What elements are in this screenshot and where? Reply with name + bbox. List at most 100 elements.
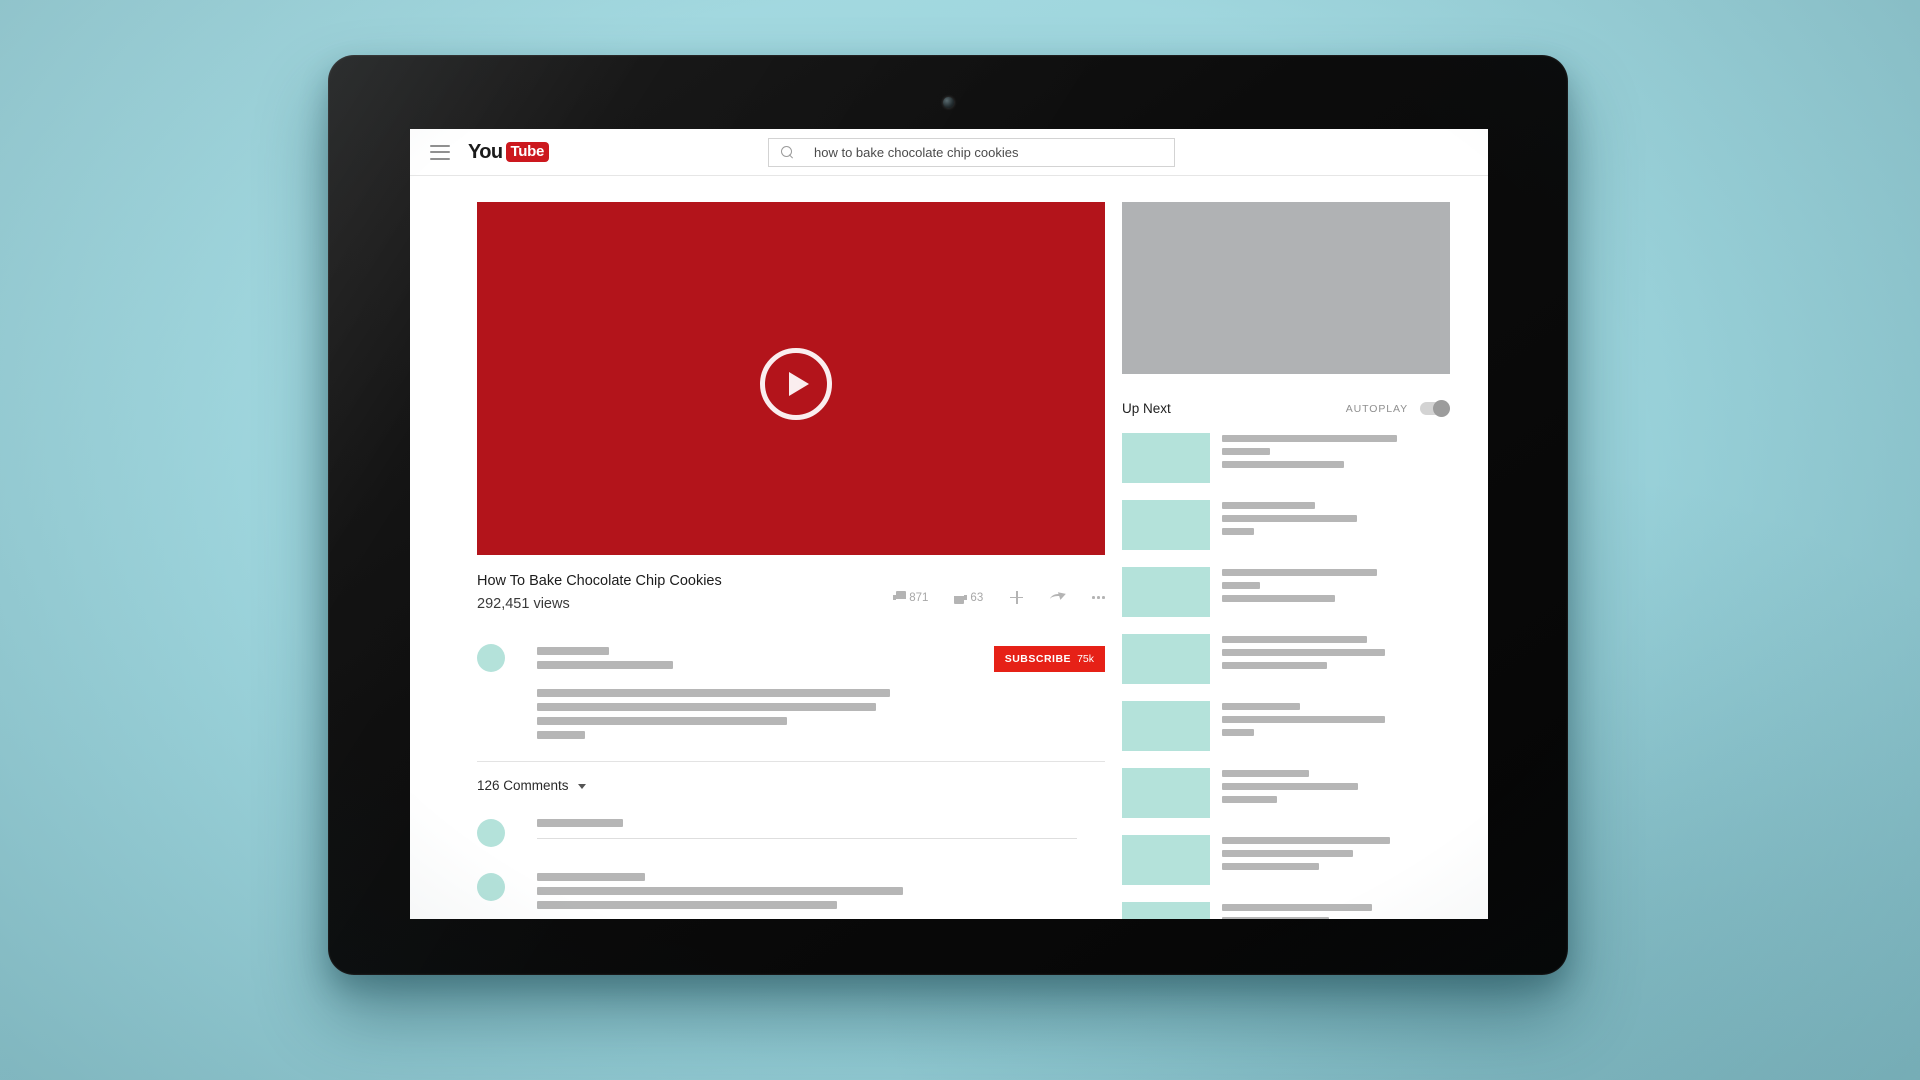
suggested-videos-list	[1122, 433, 1488, 919]
video-player[interactable]	[477, 202, 1105, 555]
comments-divider	[477, 761, 1105, 763]
channel-name-placeholder	[537, 647, 609, 656]
video-thumbnail[interactable]	[1122, 701, 1210, 751]
add-to-button[interactable]	[1009, 590, 1024, 605]
comment-body	[537, 873, 1105, 915]
comment-line	[537, 887, 903, 896]
subscriber-count: 75k	[1077, 653, 1094, 666]
suggested-video-meta	[1222, 902, 1450, 919]
suggested-video-item[interactable]	[1122, 835, 1450, 885]
suggested-video-line	[1222, 837, 1390, 844]
video-title: How To Bake Chocolate Chip Cookies	[477, 573, 722, 589]
video-thumbnail[interactable]	[1122, 567, 1210, 617]
secondary-column: Up Next AUTOPLAY	[1122, 176, 1488, 919]
description-line	[537, 731, 585, 740]
more-options-button[interactable]	[1092, 596, 1105, 599]
autoplay-toggle[interactable]	[1420, 400, 1450, 417]
up-next-label: Up Next	[1122, 401, 1171, 416]
video-thumbnail[interactable]	[1122, 902, 1210, 919]
thumbs-down-icon	[954, 591, 968, 604]
video-info: How To Bake Chocolate Chip Cookies 292,4…	[477, 572, 722, 614]
comment-body	[537, 819, 1105, 840]
comment-line	[537, 873, 645, 882]
more-options-icon	[1092, 596, 1105, 599]
video-title-row: How To Bake Chocolate Chip Cookies 292,4…	[477, 572, 1105, 614]
suggested-video-item[interactable]	[1122, 433, 1450, 483]
comments-header: 126 Comments	[477, 778, 1122, 793]
video-actions: 871 63	[893, 590, 1105, 605]
youtube-logo[interactable]: You Tube	[468, 141, 550, 163]
channel-avatar[interactable]	[477, 644, 505, 673]
channel-subs-placeholder	[537, 661, 673, 670]
share-button[interactable]	[1049, 590, 1068, 604]
video-thumbnail[interactable]	[1122, 835, 1210, 885]
suggested-video-meta	[1222, 835, 1450, 876]
youtube-header: You Tube how to bake chocolate chip cook…	[410, 129, 1488, 176]
suggested-video-line	[1222, 783, 1358, 790]
page-body: How To Bake Chocolate Chip Cookies 292,4…	[410, 176, 1488, 919]
suggested-video-line	[1222, 595, 1335, 602]
description-line	[537, 717, 787, 726]
search-input[interactable]: how to bake chocolate chip cookies	[814, 145, 1019, 160]
suggested-video-line	[1222, 515, 1357, 522]
subscribe-label: SUBSCRIBE	[1004, 653, 1072, 666]
suggested-video-meta	[1222, 634, 1450, 675]
like-button[interactable]: 871	[893, 591, 928, 604]
suggested-video-item[interactable]	[1122, 902, 1450, 919]
suggested-video-line	[1222, 729, 1254, 736]
up-next-header: Up Next AUTOPLAY	[1122, 400, 1450, 417]
play-button-icon[interactable]	[760, 347, 832, 420]
dislike-button[interactable]: 63	[954, 591, 983, 604]
suggested-video-meta	[1222, 768, 1450, 809]
ad-placeholder[interactable]	[1122, 202, 1450, 374]
suggested-video-line	[1222, 582, 1260, 589]
suggested-video-line	[1222, 649, 1385, 656]
suggested-video-line	[1222, 850, 1353, 857]
autoplay-toggle-knob	[1433, 400, 1450, 417]
video-thumbnail[interactable]	[1122, 433, 1210, 483]
suggested-video-item[interactable]	[1122, 500, 1450, 550]
comment-avatar[interactable]	[477, 819, 505, 848]
comment-item	[477, 819, 1105, 848]
suggested-video-line	[1222, 703, 1300, 710]
suggested-video-line	[1222, 636, 1367, 643]
suggested-video-meta	[1222, 567, 1450, 608]
suggested-video-item[interactable]	[1122, 634, 1450, 684]
suggested-video-line	[1222, 904, 1372, 911]
suggested-video-line	[1222, 917, 1329, 919]
subscribe-button[interactable]: SUBSCRIBE 75k	[993, 646, 1105, 673]
suggested-video-meta	[1222, 500, 1450, 541]
suggested-video-line	[1222, 863, 1319, 870]
dislike-count: 63	[970, 591, 984, 604]
comment-avatar[interactable]	[477, 873, 505, 902]
front-camera-icon	[942, 97, 954, 108]
suggested-video-line	[1222, 435, 1397, 442]
suggested-video-item[interactable]	[1122, 768, 1450, 818]
search-bar[interactable]: how to bake chocolate chip cookies	[768, 138, 1175, 167]
thumbs-up-icon	[893, 591, 907, 604]
suggested-video-line	[1222, 448, 1270, 455]
description-line	[537, 703, 876, 712]
logo-you-text: You	[468, 141, 503, 163]
suggested-video-item[interactable]	[1122, 567, 1450, 617]
hamburger-menu-icon[interactable]	[430, 144, 450, 160]
video-thumbnail[interactable]	[1122, 768, 1210, 818]
primary-column: How To Bake Chocolate Chip Cookies 292,4…	[410, 176, 1122, 919]
chevron-down-icon[interactable]	[577, 784, 586, 790]
comments-count: 126 Comments	[477, 778, 569, 794]
suggested-video-meta	[1222, 701, 1450, 742]
comment-item	[477, 873, 1105, 915]
video-description-placeholder	[537, 689, 1122, 740]
comment-line	[537, 901, 837, 910]
share-icon	[1049, 590, 1068, 604]
autoplay-label: AUTOPLAY	[1345, 402, 1408, 415]
comment-input-rule[interactable]	[537, 838, 1077, 840]
suggested-video-line	[1222, 528, 1254, 535]
video-thumbnail[interactable]	[1122, 500, 1210, 550]
comment-line	[537, 819, 623, 828]
video-thumbnail[interactable]	[1122, 634, 1210, 684]
suggested-video-line	[1222, 796, 1277, 803]
suggested-video-item[interactable]	[1122, 701, 1450, 751]
search-icon	[781, 146, 794, 159]
plus-icon	[1009, 590, 1024, 605]
